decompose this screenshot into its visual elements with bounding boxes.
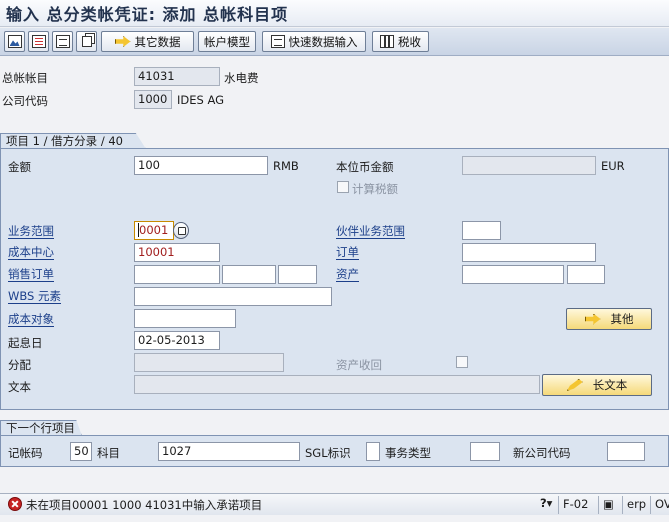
error-icon bbox=[8, 497, 22, 511]
asset-subnumber-field[interactable] bbox=[567, 265, 605, 284]
other-data-label: 其它数据 bbox=[134, 34, 181, 49]
transaction-type-field[interactable] bbox=[470, 442, 500, 461]
taxes-label: 税收 bbox=[398, 34, 421, 49]
window-title: 输入 总分类帐凭证: 添加 总帐科目项 bbox=[6, 5, 289, 24]
sales-order-label: 销售订单 bbox=[8, 267, 54, 282]
local-amount-field[interactable] bbox=[462, 156, 596, 175]
posting-key-field[interactable]: 50 bbox=[70, 442, 92, 461]
currency-label: RMB bbox=[273, 159, 299, 173]
new-company-code-field[interactable] bbox=[607, 442, 645, 461]
tax-icon bbox=[380, 35, 394, 48]
transaction-type-label: 事务类型 bbox=[385, 446, 431, 460]
sales-order-schedule-field[interactable] bbox=[278, 265, 317, 284]
amount-label: 金额 bbox=[8, 160, 31, 174]
insert-mode: OV bbox=[650, 496, 669, 514]
text-label: 文本 bbox=[8, 380, 31, 394]
posting-key-label: 记帐码 bbox=[8, 446, 43, 460]
value-date-label: 起息日 bbox=[8, 336, 43, 350]
title-bar: 输入 总分类帐凭证: 添加 总帐科目项 bbox=[0, 0, 669, 27]
account-model-button[interactable]: 帐户模型 bbox=[198, 31, 256, 52]
business-area-value: 0001 bbox=[138, 223, 169, 237]
gl-account-description: 水电费 bbox=[224, 71, 259, 85]
trading-partner-field[interactable] bbox=[462, 221, 501, 240]
order-field[interactable] bbox=[462, 243, 596, 262]
account-field[interactable]: 1027 bbox=[158, 442, 300, 461]
order-label: 订单 bbox=[336, 245, 359, 260]
local-currency-label: EUR bbox=[601, 159, 625, 173]
cost-center-field[interactable]: 10001 bbox=[134, 243, 220, 262]
business-area-label: 业务范围 bbox=[8, 224, 54, 239]
cost-object-label: 成本对象 bbox=[8, 312, 54, 327]
sales-order-item-field[interactable] bbox=[222, 265, 276, 284]
display-button[interactable] bbox=[4, 31, 25, 52]
calculate-tax-checkbox[interactable] bbox=[337, 181, 349, 193]
value-date-field[interactable]: 02-05-2013 bbox=[134, 331, 220, 350]
status-message[interactable]: 未在项目00001 1000 41031中输入承诺项目 bbox=[26, 497, 262, 513]
amount-field[interactable]: 100 bbox=[134, 156, 268, 175]
account-label: 科目 bbox=[97, 446, 120, 460]
company-code-field[interactable]: 1000 bbox=[134, 90, 172, 109]
new-company-code-label: 新公司代码 bbox=[513, 446, 571, 460]
gl-account-label: 总帐帐目 bbox=[2, 71, 48, 85]
sgl-indicator-label: SGL标识 bbox=[305, 446, 351, 460]
assignment-field[interactable] bbox=[134, 353, 284, 372]
item-text-field[interactable] bbox=[134, 375, 540, 394]
session-icon[interactable]: ▣ bbox=[598, 496, 622, 514]
status-bar: 未在项目00001 1000 41031中输入承诺项目 ?▾ F-02 ▣ er… bbox=[0, 493, 669, 515]
arrow-right-icon bbox=[584, 313, 601, 325]
gl-account-field[interactable]: 41031 bbox=[134, 67, 220, 86]
other-button[interactable]: 其他 bbox=[566, 308, 652, 330]
business-area-field[interactable]: 0001 bbox=[134, 221, 174, 240]
taxes-button[interactable]: 税收 bbox=[372, 31, 429, 52]
fast-entry-button[interactable]: 快速数据输入 bbox=[262, 31, 366, 52]
display-document-button[interactable] bbox=[52, 31, 73, 52]
calculate-tax-label: 计算税额 bbox=[352, 182, 398, 196]
application-toolbar: 其它数据 帐户模型 快速数据输入 税收 bbox=[0, 28, 669, 56]
asset-field[interactable] bbox=[462, 265, 564, 284]
document-icon bbox=[55, 35, 70, 48]
cost-center-label: 成本中心 bbox=[8, 245, 54, 260]
asset-label: 资产 bbox=[336, 267, 359, 282]
item-group-title: 项目 1 / 借方分录 / 40 bbox=[0, 133, 146, 149]
cost-object-field[interactable] bbox=[134, 309, 236, 328]
mountain-icon bbox=[7, 35, 22, 48]
help-icon[interactable]: ?▾ bbox=[540, 496, 552, 510]
sgl-indicator-field[interactable] bbox=[366, 442, 380, 461]
asset-retirement-label: 资产收回 bbox=[336, 358, 382, 372]
copy-icon bbox=[81, 36, 92, 47]
fast-entry-icon bbox=[270, 35, 285, 48]
long-text-button-label: 长文本 bbox=[592, 378, 628, 392]
asset-retirement-checkbox[interactable] bbox=[456, 356, 468, 368]
copy-button[interactable] bbox=[76, 31, 97, 52]
transaction-code: F-02 bbox=[558, 496, 592, 514]
pen-icon bbox=[566, 379, 583, 391]
system-name: erp bbox=[622, 496, 650, 514]
document-overview-button[interactable] bbox=[28, 31, 49, 52]
trading-partner-label: 伙伴业务范围 bbox=[336, 224, 405, 239]
company-code-label: 公司代码 bbox=[2, 94, 48, 108]
overview-icon bbox=[31, 35, 46, 48]
company-code-name: IDES AG bbox=[177, 93, 225, 107]
wbs-element-field[interactable] bbox=[134, 287, 332, 306]
sales-order-field[interactable] bbox=[134, 265, 220, 284]
value-help-button[interactable] bbox=[173, 222, 189, 239]
assignment-label: 分配 bbox=[8, 358, 31, 372]
local-amount-label: 本位币金额 bbox=[336, 160, 394, 174]
account-model-label: 帐户模型 bbox=[204, 34, 250, 49]
other-data-button[interactable]: 其它数据 bbox=[101, 31, 194, 52]
wbs-element-label: WBS 元素 bbox=[8, 289, 62, 304]
other-button-label: 其他 bbox=[610, 312, 634, 326]
arrow-right-icon bbox=[114, 36, 131, 47]
long-text-button[interactable]: 长文本 bbox=[542, 374, 652, 396]
fast-entry-label: 快速数据输入 bbox=[288, 34, 358, 49]
next-item-group-title: 下一个行项目 bbox=[0, 420, 82, 436]
